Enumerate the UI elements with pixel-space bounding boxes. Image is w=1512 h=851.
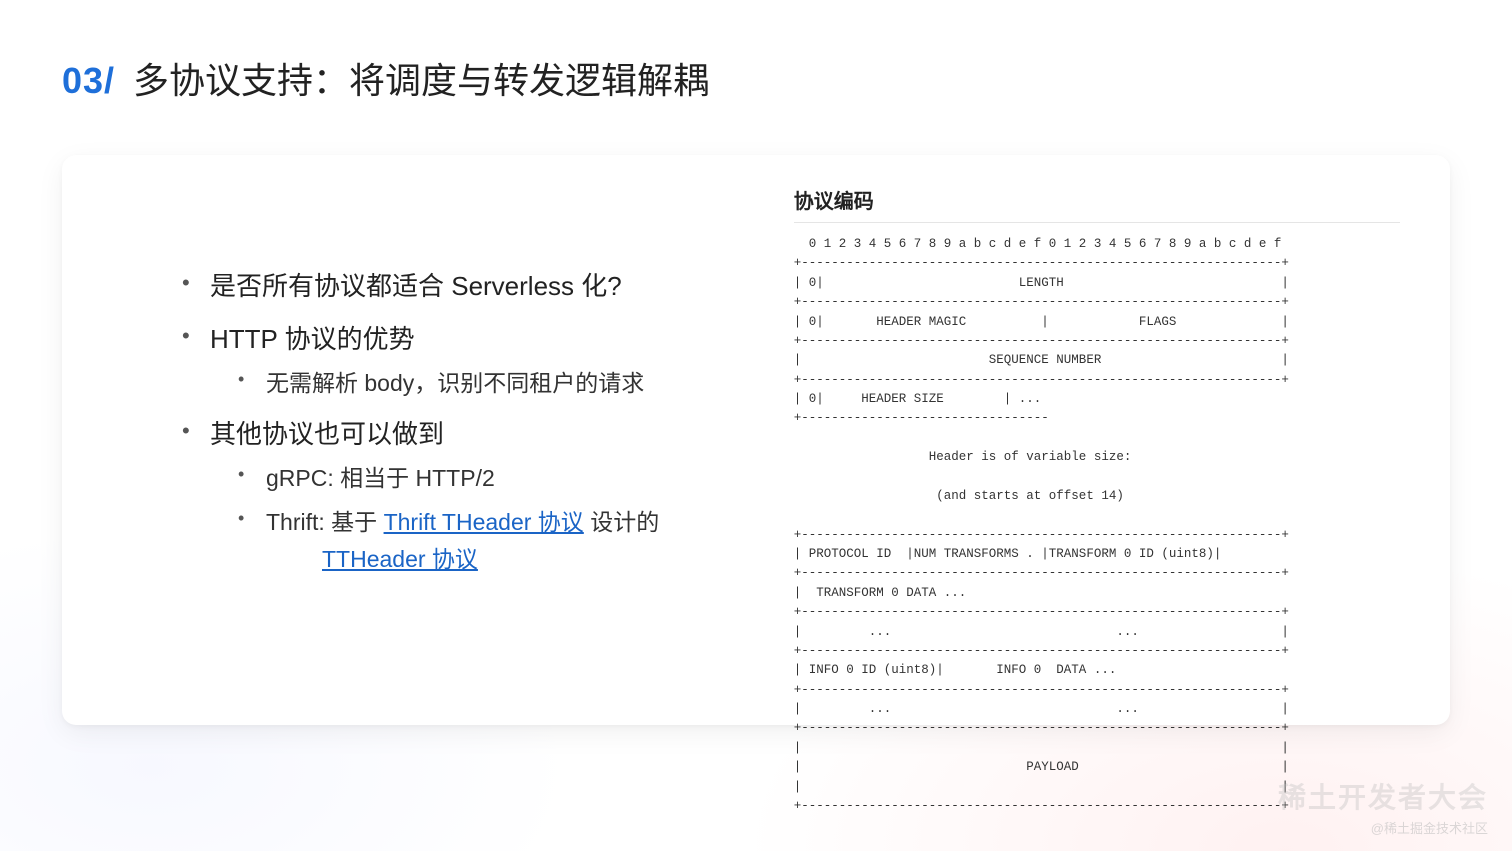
content-card: 是否所有协议都适合 Serverless 化? HTTP 协议的优势 无需解析 … [62,155,1450,725]
sub-text: 无需解析 body，识别不同租户的请求 [266,370,644,396]
watermark: 稀土开发者大会 @稀土掘金技术社区 [1278,776,1488,837]
sub-item: gRPC: 相当于 HTTP/2 [210,460,764,498]
sub-text: gRPC: 相当于 HTTP/2 [266,465,495,491]
sub-text-continuation: TTHeader 协议 [266,541,764,579]
slide-title: 多协议支持：将调度与转发逻辑解耦 [133,52,709,104]
sub-text: Thrift: 基于 [266,509,384,535]
watermark-main: 稀土开发者大会 [1278,776,1488,816]
bullet-text: 其他协议也可以做到 [210,419,444,449]
sub-item: Thrift: 基于 Thrift THeader 协议 设计的 TTHeade… [210,504,764,580]
bullet-text: HTTP 协议的优势 [210,324,415,354]
ttheader-link[interactable]: TTHeader 协议 [322,546,478,572]
section-number: 03/ [62,60,115,102]
sub-text: 设计的 [584,509,659,535]
sub-item: 无需解析 body，识别不同租户的请求 [210,365,764,403]
watermark-sub: @稀土掘金技术社区 [1278,818,1488,837]
bullet-text: 是否所有协议都适合 Serverless 化? [210,271,622,301]
left-column: 是否所有协议都适合 Serverless 化? HTTP 协议的优势 无需解析 … [62,155,784,725]
right-column: 协议编码 0 1 2 3 4 5 6 7 8 9 a b c d e f 0 1… [784,155,1450,725]
slide-title-row: 03/ 多协议支持：将调度与转发逻辑解耦 [62,52,709,104]
protocol-ascii-diagram: 0 1 2 3 4 5 6 7 8 9 a b c d e f 0 1 2 3 … [794,235,1400,816]
theader-link[interactable]: Thrift THeader 协议 [384,509,584,535]
bullet-item: HTTP 协议的优势 无需解析 body，识别不同租户的请求 [182,318,764,403]
slide: 03/ 多协议支持：将调度与转发逻辑解耦 是否所有协议都适合 Serverles… [0,0,1512,851]
bullet-item: 其他协议也可以做到 gRPC: 相当于 HTTP/2 Thrift: 基于 Th… [182,413,764,580]
sub-list: 无需解析 body，识别不同租户的请求 [210,365,764,403]
bullet-list: 是否所有协议都适合 Serverless 化? HTTP 协议的优势 无需解析 … [182,265,764,579]
bullet-item: 是否所有协议都适合 Serverless 化? [182,265,764,308]
encoding-title: 协议编码 [794,185,1400,223]
sub-list: gRPC: 相当于 HTTP/2 Thrift: 基于 Thrift THead… [210,460,764,580]
